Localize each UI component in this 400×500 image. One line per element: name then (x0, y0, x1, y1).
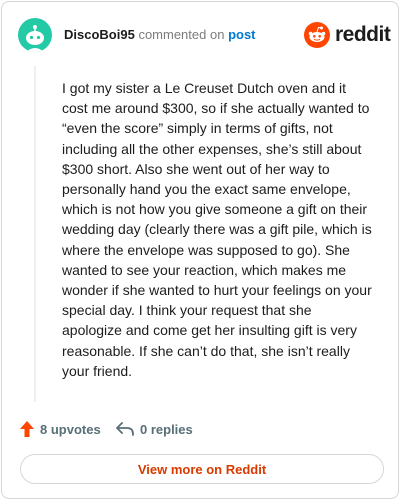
upvote-arrow-icon (20, 421, 34, 437)
snoo-avatar-icon[interactable] (18, 18, 52, 52)
comment-body: I got my sister a Le Creuset Dutch oven … (62, 80, 372, 379)
view-more-button[interactable]: View more on Reddit (20, 454, 384, 484)
replies-count: 0 replies (140, 421, 193, 437)
replies-button[interactable]: 0 replies (116, 418, 193, 440)
reply-arrow-icon (116, 422, 134, 436)
comment-header: DiscoBoi95 commented on post reddit (18, 18, 391, 52)
upvote-button[interactable]: 8 upvotes (20, 418, 101, 440)
reddit-wordmark: reddit (335, 23, 391, 46)
author-name[interactable]: DiscoBoi95 (64, 27, 135, 42)
comment-actions: 8 upvotes 0 replies (20, 418, 320, 440)
upvotes-count: 8 upvotes (40, 421, 101, 437)
post-link[interactable]: post (228, 27, 255, 42)
reddit-brand[interactable]: reddit (304, 22, 391, 48)
comment-card: DiscoBoi95 commented on post reddit I go… (1, 1, 399, 499)
thread-line (34, 66, 36, 402)
reddit-logo-icon (304, 22, 330, 48)
comment-meta: DiscoBoi95 commented on post (64, 27, 256, 43)
commented-on-label: commented on (138, 27, 225, 42)
